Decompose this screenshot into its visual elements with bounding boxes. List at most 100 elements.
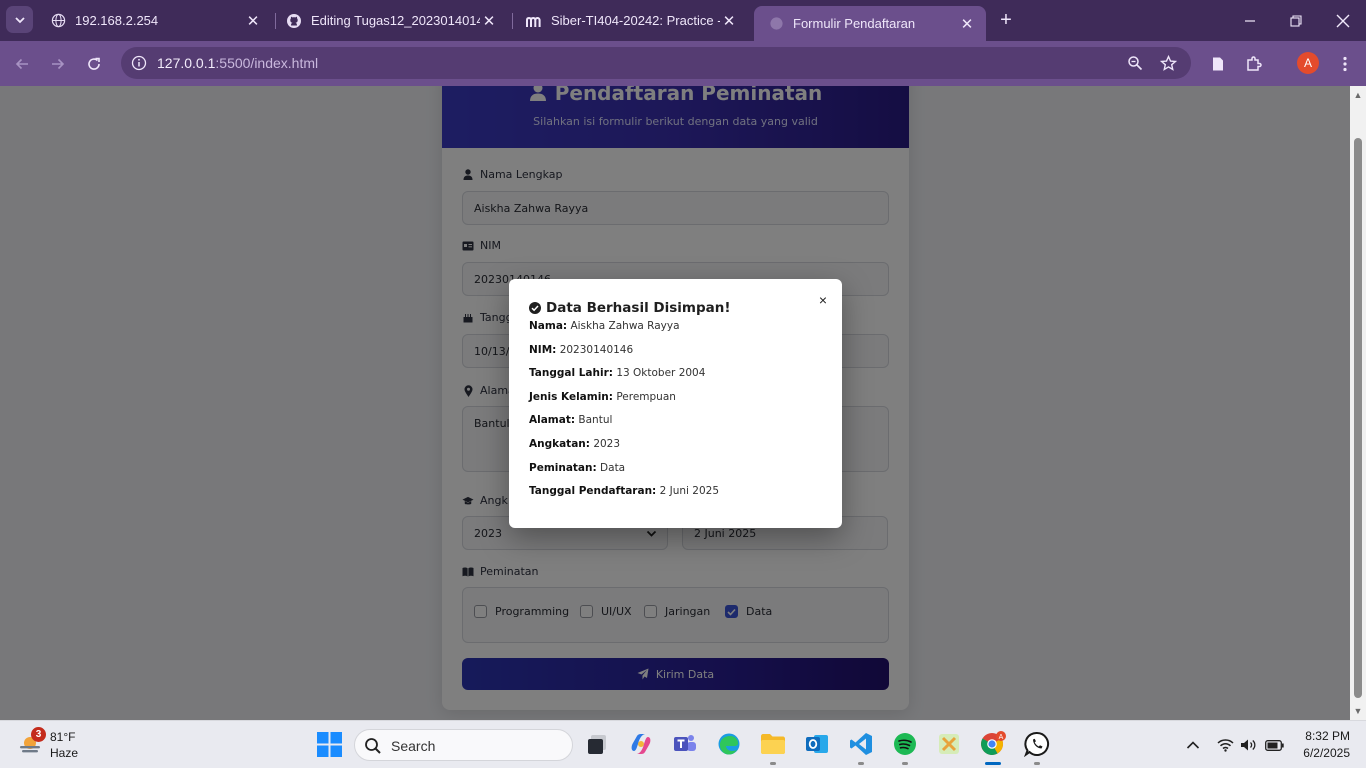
tab-label: 192.168.2.254 bbox=[75, 13, 159, 28]
close-icon[interactable]: ✕ bbox=[958, 15, 976, 33]
minimize-button[interactable] bbox=[1227, 0, 1273, 41]
volume-button[interactable] bbox=[1238, 735, 1258, 755]
close-icon[interactable]: ✕ bbox=[480, 12, 498, 30]
modal-row-tanggal-pendaftaran: Tanggal Pendaftaran: 2 Juni 2025 bbox=[529, 485, 719, 497]
modal-row-jenis-kelamin: Jenis Kelamin: Perempuan bbox=[529, 391, 676, 403]
close-icon[interactable]: ✕ bbox=[720, 12, 738, 30]
weather-badge: 3 bbox=[31, 727, 46, 742]
row-value: 2023 bbox=[593, 438, 621, 450]
teams-app[interactable] bbox=[672, 731, 698, 757]
restore-icon bbox=[1290, 14, 1302, 27]
modal-row-tanggal-lahir: Tanggal Lahir: 13 Oktober 2004 bbox=[529, 367, 705, 379]
row-value: Data bbox=[600, 462, 626, 474]
outlook-app[interactable] bbox=[804, 731, 830, 757]
back-button[interactable] bbox=[11, 53, 33, 75]
arrow-left-icon bbox=[15, 58, 28, 70]
extensions-button[interactable] bbox=[1243, 53, 1265, 75]
check-circle-icon bbox=[529, 302, 541, 314]
outlook-icon bbox=[806, 735, 828, 753]
snipping-app[interactable] bbox=[936, 731, 962, 757]
zoom-icon bbox=[1128, 56, 1143, 71]
modal-close-button[interactable]: × bbox=[816, 292, 830, 308]
star-icon bbox=[1159, 54, 1177, 71]
menu-button[interactable] bbox=[1334, 53, 1356, 75]
running-indicator bbox=[1034, 762, 1040, 765]
battery-button[interactable] bbox=[1264, 735, 1284, 755]
wifi-icon bbox=[1216, 739, 1234, 752]
taskbar: 3 81°F Haze Search A 8:32 PM 6/2/2025 bbox=[0, 720, 1366, 768]
taskbar-search[interactable]: Search bbox=[354, 729, 573, 761]
reload-button[interactable] bbox=[83, 53, 105, 75]
tab-moodle[interactable]: Siber-TI404-20242: Practice - M ✕ bbox=[512, 6, 748, 35]
chrome-profile-badge: A bbox=[999, 734, 1004, 741]
new-tab-button[interactable]: + bbox=[995, 9, 1017, 31]
chrome-app[interactable]: A bbox=[980, 731, 1006, 757]
close-window-button[interactable] bbox=[1320, 0, 1366, 41]
wifi-button[interactable] bbox=[1215, 735, 1235, 755]
document-icon bbox=[1213, 57, 1223, 71]
success-modal: × Data Berhasil Disimpan! Nama: Aiskha Z… bbox=[509, 279, 842, 528]
close-icon bbox=[1336, 14, 1350, 27]
close-icon[interactable]: ✕ bbox=[244, 12, 262, 30]
row-key: Angkatan: bbox=[529, 438, 590, 450]
row-key: NIM: bbox=[529, 344, 557, 356]
active-indicator bbox=[985, 762, 1001, 765]
modal-row-peminatan: Peminatan: Data bbox=[529, 462, 625, 474]
row-key: Peminatan: bbox=[529, 462, 597, 474]
scrollbar-thumb[interactable] bbox=[1354, 138, 1362, 698]
row-value: 13 Oktober 2004 bbox=[616, 367, 706, 379]
row-value: Aiskha Zahwa Rayya bbox=[570, 320, 680, 332]
profile-avatar[interactable]: A bbox=[1297, 52, 1319, 74]
tab-router[interactable]: 192.168.2.254 ✕ bbox=[36, 6, 272, 35]
bookmark-button[interactable] bbox=[1157, 52, 1179, 74]
edge-icon bbox=[718, 733, 740, 755]
site-info-icon[interactable] bbox=[130, 54, 148, 72]
restore-button[interactable] bbox=[1273, 0, 1319, 41]
scroll-up-icon[interactable]: ▲ bbox=[1353, 90, 1363, 100]
clock-time[interactable]: 8:32 PM bbox=[1300, 729, 1350, 743]
start-button[interactable] bbox=[317, 732, 342, 757]
whatsapp-app[interactable] bbox=[1024, 731, 1050, 757]
modal-title: Data Berhasil Disimpan! bbox=[529, 300, 731, 316]
tab-formulir[interactable]: Formulir Pendaftaran ✕ bbox=[754, 6, 986, 41]
tab-search-button[interactable] bbox=[6, 6, 33, 33]
globe-icon bbox=[768, 16, 784, 32]
task-view-icon bbox=[588, 735, 606, 754]
scroll-down-icon[interactable]: ▼ bbox=[1353, 706, 1363, 716]
forward-button[interactable] bbox=[47, 53, 69, 75]
modal-title-text: Data Berhasil Disimpan! bbox=[546, 300, 731, 316]
modal-row-nim: NIM: 20230140146 bbox=[529, 344, 633, 356]
page-scrollbar[interactable]: ▲ ▼ bbox=[1350, 86, 1366, 720]
vscode-app[interactable] bbox=[848, 731, 874, 757]
tray-overflow-button[interactable] bbox=[1183, 735, 1203, 755]
task-view-app[interactable] bbox=[584, 731, 610, 757]
windows-icon bbox=[317, 732, 342, 757]
reload-icon bbox=[88, 57, 100, 70]
weather-widget[interactable]: 3 81°F Haze bbox=[14, 727, 94, 763]
chevron-up-icon bbox=[1186, 741, 1200, 749]
chevron-down-icon bbox=[14, 16, 25, 23]
address-bar[interactable]: 127.0.0.1:5500/index.html bbox=[121, 47, 1191, 79]
copilot-app[interactable] bbox=[628, 731, 654, 757]
reading-list-button[interactable] bbox=[1207, 53, 1229, 75]
more-vertical-icon bbox=[1343, 56, 1347, 72]
weather-temp: 81°F bbox=[50, 730, 76, 744]
tab-strip: 192.168.2.254 ✕ Editing Tugas12_20230140… bbox=[0, 0, 1366, 41]
snipping-tool-icon bbox=[939, 734, 959, 754]
file-explorer-app[interactable] bbox=[760, 731, 786, 757]
row-value: 20230140146 bbox=[559, 344, 634, 356]
tab-github[interactable]: Editing Tugas12_20230140146/ ✕ bbox=[272, 6, 508, 35]
row-value: Perempuan bbox=[616, 391, 676, 403]
vscode-icon bbox=[850, 733, 872, 755]
clock-date[interactable]: 6/2/2025 bbox=[1290, 746, 1350, 760]
zoom-button[interactable] bbox=[1124, 52, 1146, 74]
spotify-app[interactable] bbox=[892, 731, 918, 757]
row-key: Nama: bbox=[529, 320, 568, 332]
github-icon bbox=[286, 13, 302, 29]
tab-label: Editing Tugas12_20230140146/ bbox=[311, 13, 480, 28]
modal-row-nama: Nama: Aiskha Zahwa Rayya bbox=[529, 320, 680, 332]
row-key: Alamat: bbox=[529, 414, 576, 426]
battery-icon bbox=[1264, 739, 1284, 751]
edge-app[interactable] bbox=[716, 731, 742, 757]
whatsapp-icon bbox=[1024, 731, 1049, 757]
